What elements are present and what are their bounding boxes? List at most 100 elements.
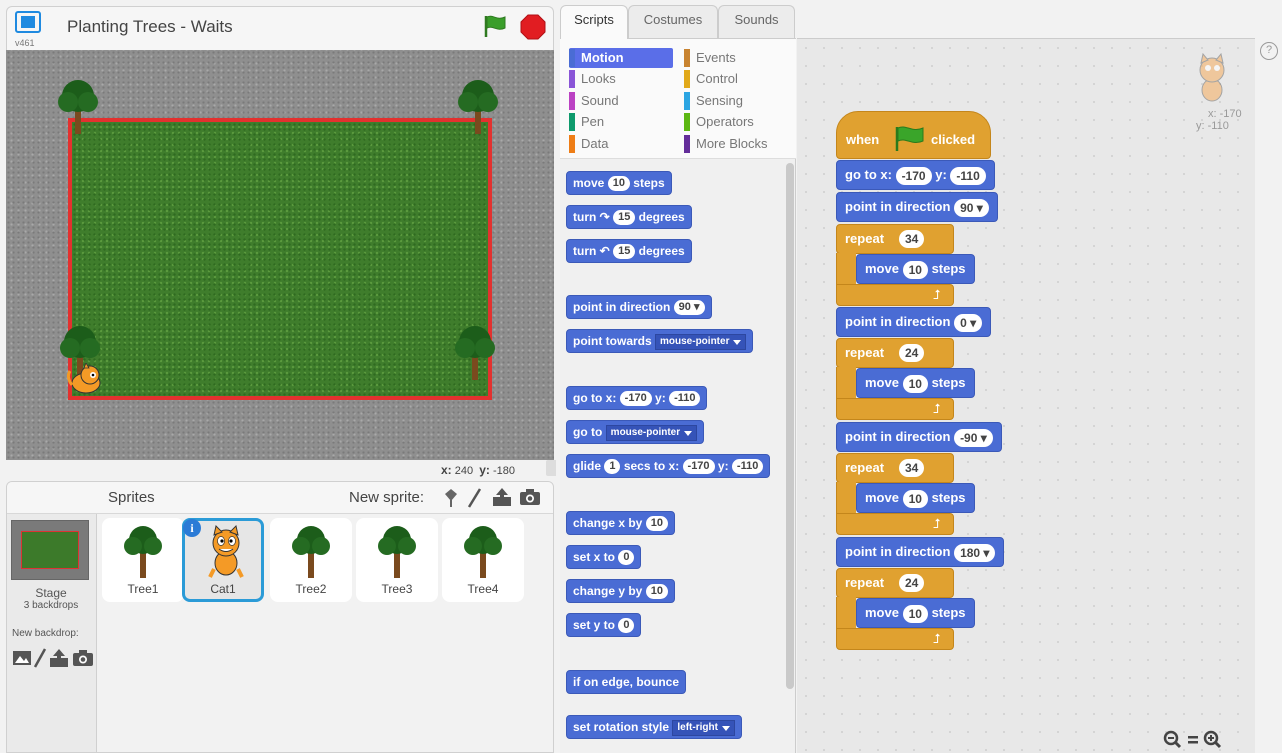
block-change-x[interactable]: change x by 10	[566, 511, 675, 535]
category-pen[interactable]: Pen	[569, 112, 673, 132]
block-if-on-edge-bounce[interactable]: if on edge, bounce	[566, 670, 687, 694]
block-move-steps[interactable]: move 10 steps	[856, 598, 975, 628]
palette-scrollbar[interactable]	[786, 163, 794, 689]
block-set-x[interactable]: set x to 0	[566, 545, 642, 569]
tab-scripts[interactable]: Scripts	[560, 5, 628, 39]
choose-sprite-library-icon[interactable]	[441, 488, 461, 508]
tree-sprite[interactable]	[456, 76, 500, 134]
category-operators[interactable]: Operators	[684, 112, 792, 132]
block-input[interactable]: -170	[619, 391, 652, 407]
sprite-tile-tree2[interactable]: Tree2	[270, 518, 352, 602]
block-point-in-direction[interactable]: point in direction -90	[836, 422, 1002, 452]
direction-dropdown[interactable]: -90	[954, 428, 993, 447]
block-input[interactable]: 15	[613, 210, 636, 226]
category-looks[interactable]: Looks	[569, 69, 673, 89]
stage-canvas[interactable]	[6, 50, 554, 460]
upload-backdrop-icon[interactable]	[50, 649, 68, 667]
sprite-tile-tree1[interactable]: Tree1	[102, 518, 184, 602]
block-turn-right[interactable]: turn ↷ 15 degrees	[566, 205, 692, 229]
block-point-in-direction[interactable]: point in direction 90	[566, 295, 712, 319]
paint-sprite-icon[interactable]	[466, 488, 482, 508]
block-input[interactable]: 10	[645, 516, 668, 532]
block-point-in-direction[interactable]: point in direction 90	[836, 192, 998, 222]
block-input[interactable]: 10	[902, 260, 928, 279]
block-input[interactable]: 15	[613, 244, 636, 260]
stage-thumbnail[interactable]	[11, 520, 89, 580]
green-flag-icon[interactable]	[481, 14, 509, 38]
sprite-tile-tree4[interactable]: Tree4	[442, 518, 524, 602]
project-title[interactable]: Planting Trees - Waits	[67, 17, 233, 37]
backdrop-camera-icon[interactable]	[73, 650, 93, 666]
block-repeat[interactable]: repeat 34	[836, 453, 954, 483]
block-input[interactable]: 34	[899, 459, 925, 477]
block-point-towards[interactable]: point towards mouse-pointer	[566, 329, 754, 353]
block-repeat[interactable]: repeat 34	[836, 224, 954, 254]
block-input[interactable]: 10	[902, 604, 928, 623]
block-input[interactable]: -170	[682, 459, 715, 475]
zoom-out-icon[interactable]	[1163, 730, 1182, 749]
block-set-rotation-style[interactable]: set rotation style left-right	[566, 715, 742, 739]
tab-sounds[interactable]: Sounds	[718, 5, 795, 38]
category-more-blocks[interactable]: More Blocks	[684, 134, 792, 154]
category-sensing[interactable]: Sensing	[684, 91, 792, 111]
target-dropdown[interactable]: mouse-pointer	[655, 333, 747, 350]
rotation-style-dropdown[interactable]: left-right	[672, 719, 735, 736]
block-point-in-direction[interactable]: point in direction 180	[836, 537, 1005, 567]
block-input[interactable]: -170	[895, 166, 932, 185]
block-input[interactable]: 10	[902, 489, 928, 508]
block-input[interactable]: 10	[902, 374, 928, 393]
help-icon[interactable]: ?	[1260, 42, 1278, 60]
category-motion[interactable]: Motion	[569, 48, 673, 68]
category-events[interactable]: Events	[684, 48, 792, 68]
direction-dropdown[interactable]: 90	[673, 300, 705, 316]
info-icon[interactable]: i	[183, 519, 201, 537]
category-sound[interactable]: Sound	[569, 91, 673, 111]
block-set-y[interactable]: set y to 0	[566, 613, 642, 637]
camera-icon[interactable]	[519, 488, 541, 506]
block-go-to-xy[interactable]: go to x: -170 y: -110	[836, 160, 995, 190]
target-dropdown[interactable]: mouse-pointer	[605, 424, 698, 441]
block-go-to-xy[interactable]: go to x: -170 y: -110	[566, 386, 708, 410]
block-input[interactable]: 1	[604, 459, 621, 475]
tab-costumes[interactable]: Costumes	[628, 5, 718, 38]
block-change-y[interactable]: change y by 10	[566, 579, 675, 603]
category-control[interactable]: Control	[684, 69, 792, 89]
block-turn-left[interactable]: turn ↶ 15 degrees	[566, 239, 692, 263]
block-input[interactable]: 24	[899, 344, 925, 362]
stop-icon[interactable]	[520, 14, 546, 40]
zoom-in-icon[interactable]	[1203, 730, 1222, 749]
paint-backdrop-icon[interactable]	[33, 648, 47, 668]
block-repeat[interactable]: repeat 24	[836, 338, 954, 368]
upload-sprite-icon[interactable]	[491, 487, 513, 507]
block-glide[interactable]: glide 1 secs to x: -170 y: -110	[566, 454, 771, 478]
block-input[interactable]: 0	[618, 550, 635, 566]
block-input[interactable]: -110	[669, 391, 701, 407]
direction-dropdown[interactable]: 180	[954, 543, 996, 562]
block-move-steps[interactable]: move 10 steps	[856, 254, 975, 284]
block-input[interactable]: -110	[731, 459, 764, 475]
collapse-stage-handle[interactable]	[546, 460, 556, 476]
sprite-tile-cat1[interactable]: i Cat1	[182, 518, 264, 602]
block-input[interactable]: 34	[899, 230, 925, 248]
block-input[interactable]: 10	[607, 176, 630, 192]
block-repeat[interactable]: repeat 24	[836, 568, 954, 598]
when-flag-clicked-block[interactable]: when clicked	[836, 111, 991, 159]
block-move-steps[interactable]: move 10 steps	[856, 368, 975, 398]
backdrop-library-icon[interactable]	[13, 651, 31, 665]
block-move-steps[interactable]: move 10 steps	[856, 483, 975, 513]
tree-sprite[interactable]	[453, 322, 497, 380]
cat-sprite[interactable]	[64, 363, 108, 397]
block-go-to[interactable]: go to mouse-pointer	[566, 420, 705, 444]
direction-dropdown[interactable]: 0	[954, 313, 983, 332]
block-input[interactable]: 0	[618, 618, 635, 634]
stage-column[interactable]: Stage 3 backdrops New backdrop:	[7, 514, 97, 752]
block-point-in-direction[interactable]: point in direction 0	[836, 307, 992, 337]
block-input[interactable]: 10	[645, 584, 668, 600]
fullscreen-icon[interactable]	[15, 11, 41, 33]
direction-dropdown[interactable]: 90	[954, 198, 989, 217]
category-data[interactable]: Data	[569, 134, 673, 154]
block-input[interactable]: 24	[899, 574, 925, 592]
tree-sprite[interactable]	[56, 76, 100, 134]
block-move-steps[interactable]: move 10 steps	[566, 171, 672, 195]
zoom-reset-icon[interactable]	[1188, 736, 1198, 744]
